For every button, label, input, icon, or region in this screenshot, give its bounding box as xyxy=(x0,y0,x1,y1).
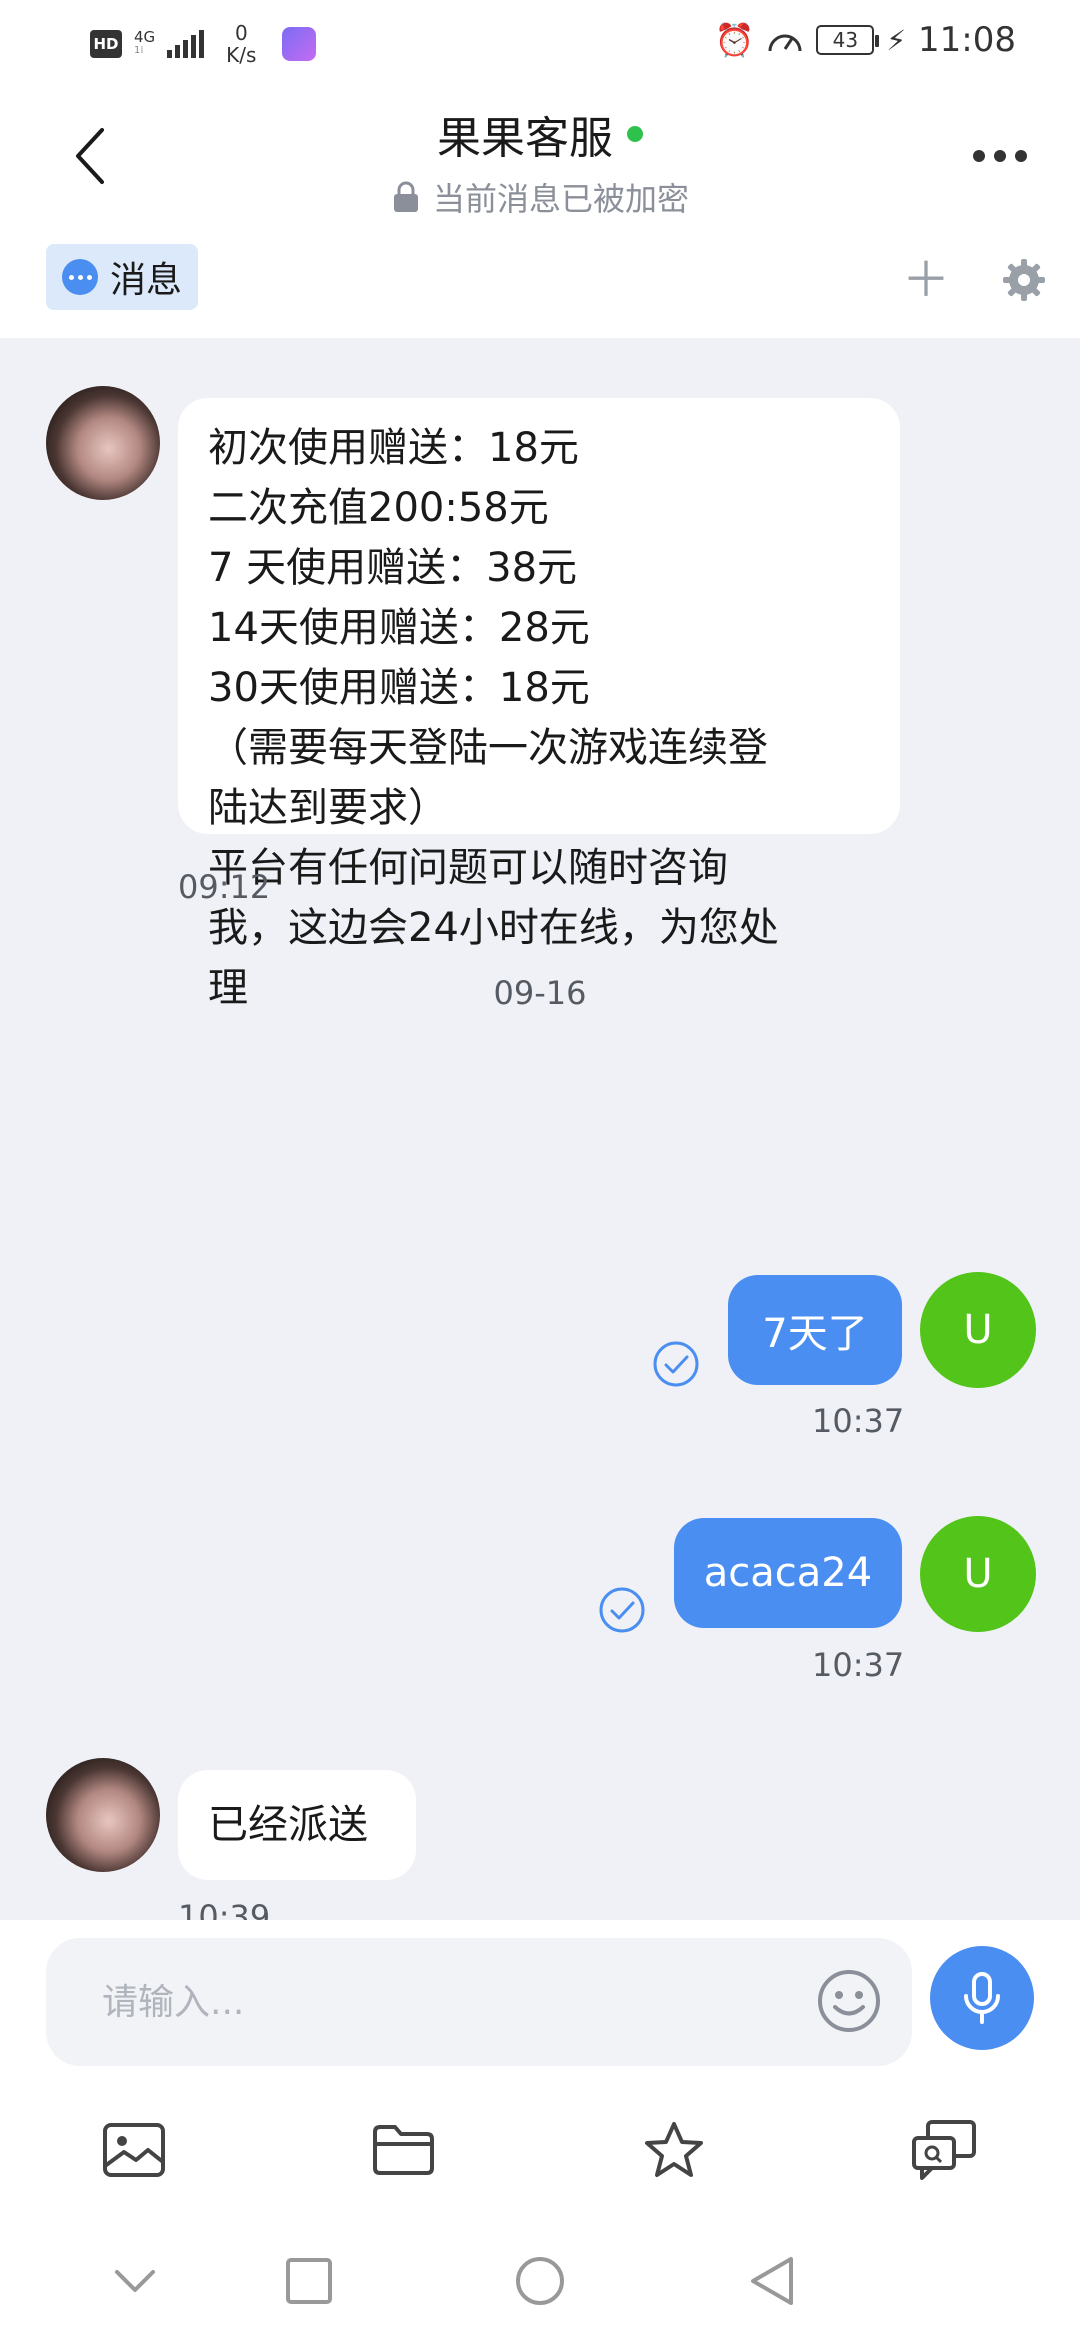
user-avatar[interactable]: U xyxy=(920,1516,1036,1632)
read-check-icon xyxy=(599,1587,645,1633)
chat-header: 果果客服 当前消息已被加密 xyxy=(0,86,1080,226)
encryption-notice: 当前消息已被加密 xyxy=(391,174,689,220)
battery-icon: 43 xyxy=(816,25,880,55)
folder-icon xyxy=(373,2125,434,2175)
incoming-message[interactable]: 初次使用赠送：18元 二次充值200:58元 7 天使用赠送：38元 14天使用… xyxy=(178,398,900,1011)
gear-icon[interactable] xyxy=(1000,256,1048,304)
online-status-dot xyxy=(627,126,643,142)
image-icon xyxy=(103,2123,165,2177)
status-bar: HD 4G 1⁞ 0 K/s ⏰ 43 ⚡ 11:08 xyxy=(0,0,1080,86)
outgoing-message[interactable]: acaca24 xyxy=(674,1518,902,1628)
composer-toolbar xyxy=(0,2080,1080,2220)
more-options-button[interactable] xyxy=(960,136,1040,176)
star-icon xyxy=(645,2122,703,2177)
clock: 11:08 xyxy=(918,20,1016,60)
square-icon xyxy=(286,2258,332,2304)
message-input-box[interactable] xyxy=(46,1938,912,2066)
app-notification-icon xyxy=(282,27,317,61)
alarm-icon: ⏰ xyxy=(714,21,755,59)
chat-messages[interactable]: 初次使用赠送：18元 二次充值200:58元 7 天使用赠送：38元 14天使用… xyxy=(0,338,1080,1920)
agent-avatar[interactable] xyxy=(46,1758,160,1872)
voice-button[interactable] xyxy=(930,1946,1034,2050)
message-time: 09:12 xyxy=(178,868,271,906)
read-check-icon xyxy=(653,1341,699,1387)
message-time: 10:37 xyxy=(812,1402,905,1440)
message-time: 10:39 xyxy=(178,1898,271,1920)
message-input[interactable] xyxy=(102,1972,802,2032)
favorite-button[interactable] xyxy=(634,2110,714,2190)
date-divider: 09-16 xyxy=(493,974,587,1012)
add-button[interactable]: ＋ xyxy=(902,256,950,304)
nav-hide-keyboard-button[interactable] xyxy=(100,2246,170,2316)
file-button[interactable] xyxy=(364,2110,444,2190)
net-speed: 0 K/s xyxy=(226,21,257,67)
chat-bubble-icon xyxy=(62,259,98,295)
tab-messages[interactable]: 消息 xyxy=(46,244,199,310)
hd-icon: HD xyxy=(90,30,122,58)
nav-home-button[interactable] xyxy=(505,2246,575,2316)
agent-avatar[interactable] xyxy=(46,386,160,500)
user-avatar[interactable]: U xyxy=(920,1272,1036,1388)
emoji-icon[interactable] xyxy=(816,1968,882,2034)
lock-icon xyxy=(393,181,418,212)
speedometer-icon xyxy=(768,34,802,52)
microphone-icon xyxy=(964,1972,1000,2024)
nav-back-button[interactable] xyxy=(736,2246,806,2316)
network-type: 4G 1⁞ xyxy=(134,28,156,57)
outgoing-message[interactable]: 7天了 xyxy=(728,1275,902,1385)
image-button[interactable] xyxy=(94,2110,174,2190)
chevron-down-icon xyxy=(115,2270,155,2292)
quick-reply-icon xyxy=(912,2120,976,2180)
triangle-back-icon xyxy=(751,2257,793,2305)
system-nav-bar xyxy=(0,2220,1080,2340)
nav-recents-button[interactable] xyxy=(274,2246,344,2316)
chat-title: 果果客服 xyxy=(437,102,643,166)
quick-reply-button[interactable] xyxy=(904,2110,984,2190)
tabs-row: 消息 ＋ xyxy=(0,226,1080,338)
message-time: 10:37 xyxy=(812,1646,905,1684)
circle-icon xyxy=(516,2257,564,2305)
charging-icon: ⚡ xyxy=(886,23,907,57)
signal-icon xyxy=(167,30,205,58)
incoming-message[interactable]: 已经派送 xyxy=(178,1770,416,1880)
